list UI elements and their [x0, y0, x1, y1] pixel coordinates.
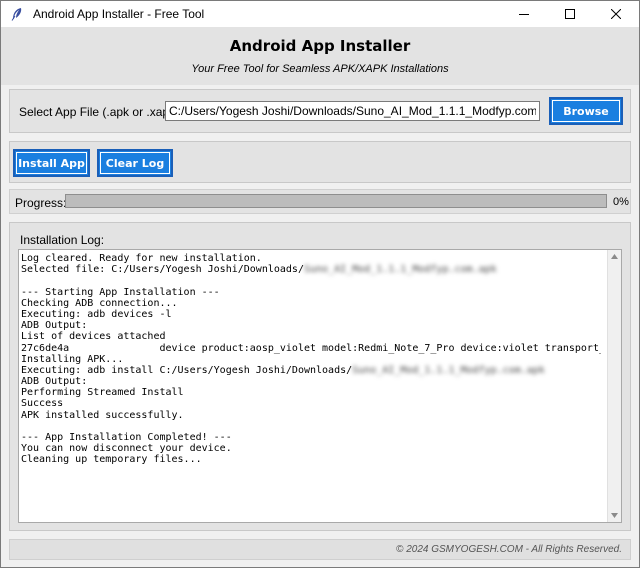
log-line: ADB Output:	[21, 320, 601, 331]
log-line: Checking ADB connection...	[21, 298, 601, 309]
window-controls	[501, 1, 639, 27]
close-button[interactable]	[593, 1, 639, 27]
log-line: Executing: adb devices -l	[21, 309, 601, 320]
log-line-text: ADB Output:	[21, 320, 88, 332]
log-line-text: Executing: adb install C:/Users/Yogesh J…	[21, 364, 353, 376]
progress-panel: Progress: 0%	[9, 189, 631, 214]
log-panel: Installation Log: Log cleared. Ready for…	[9, 222, 631, 531]
log-textbox[interactable]: Log cleared. Ready for new installation.…	[18, 249, 622, 523]
log-line-redacted-text: Suno_AI_Mod_1.1.1_Modfyp.com.apk	[352, 364, 545, 376]
log-line: ADB Output:	[21, 376, 601, 387]
log-line-text: Installing APK...	[21, 353, 124, 365]
progress-label: Progress:	[15, 196, 67, 210]
log-line: Cleaning up temporary files...	[21, 454, 601, 465]
log-line: APK installed successfully.	[21, 410, 601, 421]
progress-percent: 0%	[613, 196, 629, 208]
log-line: List of devices attached	[21, 331, 601, 342]
log-line-text: Success	[21, 398, 64, 410]
page-subtitle: Your Free Tool for Seamless APK/XAPK Ins…	[191, 63, 449, 75]
log-scrollbar[interactable]	[607, 250, 621, 522]
maximize-button[interactable]	[547, 1, 593, 27]
clear-log-button[interactable]: Clear Log	[97, 149, 173, 177]
file-select-label: Select App File (.apk or .xapk):	[19, 105, 183, 119]
footer: © 2024 GSMYOGESH.COM - All Rights Reserv…	[9, 539, 631, 560]
scroll-up-icon[interactable]	[608, 250, 621, 263]
app-window: Android App Installer - Free Tool Androi…	[0, 0, 640, 568]
log-line: 27c6de4a device product:aosp_violet mode…	[21, 343, 601, 354]
log-line-redacted-text: Suno_AI_Mod_1.1.1_Modfyp.com.apk	[303, 264, 497, 276]
log-line-text: List of devices attached	[21, 331, 166, 343]
progress-bar	[65, 194, 607, 208]
log-line-text: --- App Installation Completed! ---	[21, 432, 232, 443]
log-line-text: ADB Output:	[21, 376, 88, 388]
install-app-button[interactable]: Install App	[13, 149, 90, 177]
close-icon	[611, 9, 621, 19]
file-select-panel: Select App File (.apk or .xapk): Browse	[9, 89, 631, 133]
log-line-text: Checking ADB connection...	[21, 297, 178, 309]
log-line: You can now disconnect your device.	[21, 443, 601, 454]
minimize-icon	[519, 14, 529, 15]
footer-copyright: © 2024 GSMYOGESH.COM - All Rights Reserv…	[396, 544, 622, 555]
log-line-text: 27c6de4a device product:aosp_violet mode…	[21, 342, 601, 354]
file-path-input[interactable]	[165, 101, 540, 121]
log-line-text: APK installed successfully.	[21, 409, 184, 421]
log-line: Selected file: C:/Users/Yogesh Joshi/Dow…	[21, 264, 601, 275]
feather-icon	[9, 6, 25, 22]
log-line: Performing Streamed Install	[21, 387, 601, 398]
log-line: Executing: adb install C:/Users/Yogesh J…	[21, 365, 601, 376]
log-line-text: Cleaning up temporary files...	[21, 454, 202, 466]
page-title: Android App Installer	[229, 37, 411, 55]
log-line-text: Performing Streamed Install	[21, 387, 184, 399]
browse-button[interactable]: Browse	[549, 97, 623, 125]
minimize-button[interactable]	[501, 1, 547, 27]
log-title: Installation Log:	[20, 233, 105, 247]
title-bar[interactable]: Android App Installer - Free Tool	[1, 1, 639, 27]
log-content: Log cleared. Ready for new installation.…	[21, 253, 601, 519]
window-title: Android App Installer - Free Tool	[33, 7, 205, 21]
log-line: --- Starting App Installation ---	[21, 287, 601, 298]
scroll-down-icon[interactable]	[608, 509, 621, 522]
log-line-text: --- Starting App Installation ---	[21, 286, 220, 298]
log-line-text: You can now disconnect your device.	[21, 443, 232, 455]
app-header: Android App Installer Your Free Tool for…	[1, 27, 639, 85]
log-line-text: Log cleared. Ready for new installation.	[21, 253, 262, 264]
log-line-text: Executing: adb devices -l	[21, 308, 172, 320]
maximize-icon	[565, 9, 575, 19]
actions-panel: Install App Clear Log	[9, 141, 631, 183]
log-line: Success	[21, 398, 601, 409]
log-line: Installing APK...	[21, 354, 601, 365]
log-line: Log cleared. Ready for new installation.	[21, 253, 601, 264]
log-line: --- App Installation Completed! ---	[21, 432, 601, 443]
log-line-text: Selected file: C:/Users/Yogesh Joshi/Dow…	[21, 264, 304, 276]
